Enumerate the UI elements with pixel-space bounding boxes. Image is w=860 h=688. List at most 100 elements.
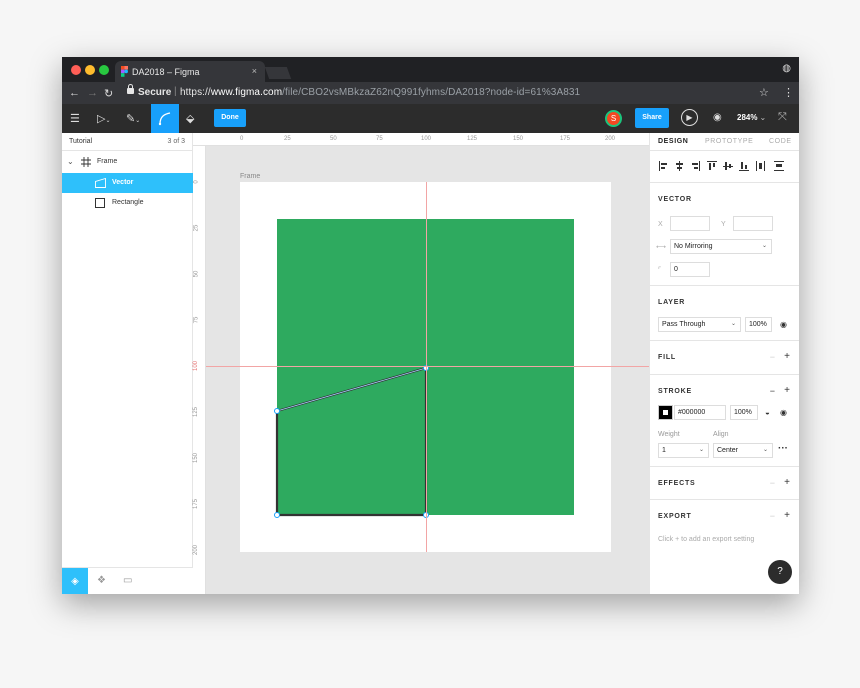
main-menu-icon[interactable]: ☰ bbox=[70, 112, 80, 125]
layer-item-rectangle[interactable]: Rectangle bbox=[62, 193, 193, 213]
tab-prototype[interactable]: PROTOTYPE bbox=[705, 138, 753, 145]
library-book-icon[interactable]: ▭ bbox=[123, 575, 132, 586]
canvas[interactable]: Frame bbox=[206, 146, 649, 594]
guide-vertical bbox=[426, 182, 427, 552]
new-tab-button[interactable] bbox=[264, 67, 292, 79]
stroke-color-swatch[interactable] bbox=[658, 405, 673, 420]
minimize-window-button[interactable] bbox=[85, 65, 95, 75]
y-field[interactable] bbox=[733, 216, 773, 231]
align-top-icon[interactable] bbox=[707, 161, 717, 171]
eye-icon[interactable]: ◉ bbox=[780, 408, 787, 417]
ruler-tick: 150 bbox=[513, 136, 524, 142]
guide-horizontal bbox=[206, 366, 649, 367]
url-separator: | bbox=[174, 86, 177, 97]
bookmark-star-icon[interactable]: ☆ bbox=[759, 86, 769, 99]
vector-icon bbox=[95, 178, 106, 188]
move-tool-icon[interactable]: ▷⌄ bbox=[97, 112, 111, 125]
page-selector[interactable]: Tutorial 3 of 3 bbox=[62, 133, 193, 151]
blend-mode-select[interactable]: Pass Through ⌄ bbox=[658, 317, 741, 332]
avatar[interactable]: S bbox=[605, 110, 622, 127]
stroke-section-title: STROKE bbox=[658, 388, 692, 395]
frame-icon bbox=[81, 157, 91, 167]
collapse-ui-icon[interactable]: ⤧ bbox=[778, 111, 787, 124]
blend-drop-icon[interactable]: ◒ bbox=[765, 408, 770, 417]
url-field[interactable]: Secure | https://www.figma.com/file/CBO2… bbox=[122, 84, 772, 102]
effects-section-title: EFFECTS bbox=[658, 480, 696, 487]
pen-tool-icon[interactable]: ✎⌄ bbox=[126, 112, 140, 125]
zoom-level: 284% bbox=[737, 113, 758, 122]
components-icon[interactable]: ❖ bbox=[97, 575, 106, 586]
align-vertical-center-icon[interactable] bbox=[723, 161, 733, 171]
add-fill-icon[interactable]: + bbox=[784, 351, 790, 362]
alignment-toolbar bbox=[650, 151, 799, 183]
layer-item-frame[interactable]: ⌄ Frame bbox=[62, 152, 193, 172]
vector-section-title: VECTOR bbox=[658, 196, 692, 203]
x-label: X bbox=[658, 221, 663, 228]
close-window-button[interactable] bbox=[71, 65, 81, 75]
tab-close-icon[interactable]: × bbox=[252, 66, 257, 76]
present-play-icon[interactable]: ▶ bbox=[681, 109, 698, 126]
layer-item-vector[interactable]: Vector bbox=[62, 173, 193, 193]
chevron-down-icon: ⌄ bbox=[762, 447, 768, 453]
figma-logo-icon bbox=[121, 66, 128, 77]
bend-tool-icon[interactable] bbox=[151, 104, 179, 133]
stroke-align-select[interactable]: Center ⌄ bbox=[713, 443, 773, 458]
layer-opacity-field[interactable]: 100% bbox=[745, 317, 772, 332]
corner-radius-field[interactable]: 0 bbox=[670, 262, 710, 277]
remove-effect-icon[interactable]: − bbox=[770, 478, 775, 488]
share-button[interactable]: Share bbox=[635, 108, 669, 128]
help-button[interactable]: ? bbox=[768, 560, 792, 584]
zoom-dropdown[interactable]: 284% ⌄ bbox=[737, 113, 766, 122]
browser-tab[interactable]: DA2018 – Figma × bbox=[115, 61, 265, 82]
align-horizontal-center-icon[interactable] bbox=[675, 161, 684, 171]
stroke-color-field[interactable]: #000000 bbox=[674, 405, 726, 420]
tab-design[interactable]: DESIGN bbox=[658, 138, 688, 145]
y-label: Y bbox=[721, 221, 726, 228]
back-arrow-icon[interactable]: ← bbox=[69, 87, 80, 99]
remove-export-icon[interactable]: − bbox=[770, 511, 775, 521]
done-button[interactable]: Done bbox=[214, 109, 246, 127]
properties-panel: DESIGN PROTOTYPE CODE VECTOR X Y ⟷ No Mi… bbox=[649, 133, 799, 594]
page-name: Tutorial bbox=[69, 138, 93, 145]
ruler-tick: 75 bbox=[193, 316, 200, 324]
tab-code[interactable]: CODE bbox=[769, 138, 792, 145]
vector-overlay bbox=[274, 219, 574, 518]
stroke-weight-select[interactable]: 1 ⌄ bbox=[658, 443, 709, 458]
layer-section-title: LAYER bbox=[658, 299, 686, 306]
secure-label: Secure bbox=[138, 87, 172, 98]
url-path: /file/CBO2vsMBkzaZ62nQ991fyhms/DA2018?no… bbox=[282, 87, 581, 98]
x-field[interactable] bbox=[670, 216, 710, 231]
align-bottom-icon[interactable] bbox=[739, 161, 749, 171]
distribute-horizontal-icon[interactable] bbox=[756, 161, 765, 171]
stroke-opacity-field[interactable]: 100% bbox=[730, 405, 758, 420]
add-effect-icon[interactable]: + bbox=[784, 477, 790, 488]
mirroring-select[interactable]: No Mirroring ⌄ bbox=[670, 239, 772, 254]
more-options-icon[interactable]: ··· bbox=[778, 443, 788, 454]
distribute-vertical-icon[interactable] bbox=[774, 161, 784, 171]
export-hint: Click + to add an export setting bbox=[658, 536, 755, 543]
align-left-icon[interactable] bbox=[659, 161, 668, 171]
reload-icon[interactable]: ↻ bbox=[104, 87, 113, 100]
remove-fill-icon[interactable]: − bbox=[770, 352, 775, 362]
chevron-down-icon[interactable]: ⌄ bbox=[67, 157, 74, 166]
browser-menu-icon[interactable]: ⋮ bbox=[783, 86, 794, 99]
forward-arrow-icon[interactable]: → bbox=[87, 87, 98, 99]
maximize-window-button[interactable] bbox=[99, 65, 109, 75]
layers-icon[interactable]: ◈ bbox=[62, 568, 88, 594]
chevron-down-icon: ⌄ bbox=[759, 113, 767, 122]
vector-node bbox=[274, 512, 280, 518]
paint-bucket-icon[interactable]: ⬙ bbox=[186, 112, 194, 125]
ruler-tick: 50 bbox=[330, 136, 337, 142]
ruler-tick: 175 bbox=[193, 498, 200, 510]
panel-switcher: ◈ ❖ ▭ bbox=[62, 567, 193, 594]
ruler-tick: 125 bbox=[193, 406, 200, 418]
page-count: 3 of 3 bbox=[167, 138, 185, 145]
add-stroke-icon[interactable]: + bbox=[784, 385, 790, 396]
ruler-tick: 175 bbox=[560, 136, 571, 142]
add-export-icon[interactable]: + bbox=[784, 510, 790, 521]
remove-stroke-icon[interactable]: − bbox=[770, 386, 775, 396]
align-right-icon[interactable] bbox=[691, 161, 700, 171]
eye-icon[interactable]: ◉ bbox=[780, 320, 787, 329]
fill-section: FILL − + bbox=[650, 342, 799, 375]
view-eye-icon[interactable]: ◉ bbox=[713, 112, 722, 123]
